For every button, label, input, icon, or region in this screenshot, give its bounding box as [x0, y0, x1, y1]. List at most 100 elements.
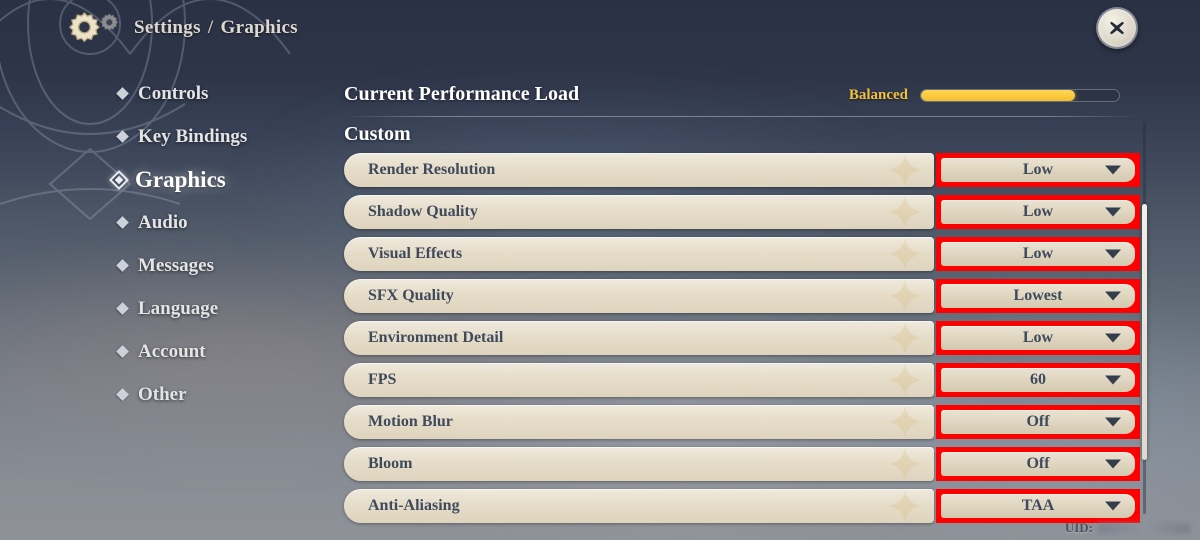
chevron-down-icon	[1105, 501, 1121, 511]
diamond-bullet-active-icon	[109, 169, 129, 190]
setting-row-pill: Bloom	[344, 447, 934, 481]
sidebar-item-label: Messages	[138, 254, 214, 276]
window-header: Settings / Graphics	[0, 0, 1200, 62]
setting-row: Bloom Off	[344, 447, 1140, 481]
setting-row: SFX Quality Lowest	[344, 279, 1140, 313]
setting-value: Low	[1022, 329, 1054, 346]
gear-icon	[68, 7, 120, 53]
chevron-down-icon	[1105, 249, 1121, 259]
setting-row: Shadow Quality Low	[344, 195, 1140, 229]
setting-row-pill: Anti-Aliasing	[344, 489, 934, 523]
section-divider	[344, 116, 1140, 117]
setting-row: Anti-Aliasing TAA	[344, 489, 1140, 523]
chevron-down-icon	[1105, 417, 1121, 427]
setting-row: Environment Detail Low	[344, 321, 1140, 355]
setting-value-highlight-box: Lowest	[936, 279, 1140, 313]
setting-value: Low	[1022, 245, 1054, 262]
scrollbar-thumb[interactable]	[1142, 204, 1147, 460]
sidebar-item-language[interactable]: Language	[0, 293, 330, 324]
setting-value-highlight-box: Off	[936, 405, 1140, 439]
diamond-bullet-icon	[116, 130, 129, 143]
section-title-custom: Custom	[344, 123, 411, 145]
setting-value: Low	[1022, 161, 1054, 178]
breadcrumb: Settings / Graphics	[134, 17, 298, 39]
setting-dropdown[interactable]: Low	[941, 200, 1135, 224]
setting-dropdown[interactable]: Off	[941, 410, 1135, 434]
sidebar-item-label: Audio	[138, 211, 188, 233]
uid-display: UID:	[1065, 520, 1190, 536]
close-icon	[1110, 21, 1124, 35]
sparkle-ornament-icon	[888, 363, 922, 397]
sidebar-item-other[interactable]: Other	[0, 379, 330, 410]
setting-label: SFX Quality	[368, 287, 454, 304]
setting-row: FPS 60	[344, 363, 1140, 397]
setting-label: Visual Effects	[368, 245, 463, 262]
sparkle-ornament-icon	[888, 153, 922, 187]
breadcrumb-root[interactable]: Settings	[134, 17, 201, 38]
setting-dropdown[interactable]: Off	[941, 452, 1135, 476]
settings-scrollbar[interactable]	[1142, 122, 1147, 514]
setting-value: TAA	[1021, 497, 1055, 514]
performance-status-badge: Balanced	[848, 87, 908, 103]
sidebar-item-account[interactable]: Account	[0, 336, 330, 367]
chevron-down-icon	[1105, 207, 1121, 217]
chevron-down-icon	[1105, 291, 1121, 301]
chevron-down-icon	[1105, 165, 1121, 175]
breadcrumb-separator: /	[207, 17, 214, 38]
sidebar-item-controls[interactable]: Controls	[0, 78, 330, 109]
uid-label: UID:	[1064, 520, 1093, 535]
setting-row-pill: Motion Blur	[344, 405, 934, 439]
sidebar-item-label: Account	[138, 340, 206, 362]
setting-value: Off	[1026, 455, 1050, 472]
sidebar-item-label: Controls	[138, 82, 209, 104]
sidebar-item-label: Other	[138, 383, 187, 405]
setting-value: Low	[1022, 203, 1054, 220]
diamond-bullet-icon	[116, 87, 129, 100]
setting-dropdown[interactable]: Lowest	[941, 284, 1135, 308]
close-button[interactable]	[1096, 7, 1138, 49]
setting-value-highlight-box: TAA	[936, 489, 1140, 523]
sidebar-item-label: Language	[138, 297, 219, 319]
setting-value-highlight-box: Off	[936, 447, 1140, 481]
sparkle-ornament-icon	[888, 489, 922, 523]
diamond-bullet-icon	[116, 216, 129, 229]
settings-sidebar: Controls Key Bindings Graphics Audio Mes…	[0, 78, 330, 422]
setting-value-highlight-box: Low	[936, 195, 1140, 229]
setting-row-pill: Shadow Quality	[344, 195, 934, 229]
sidebar-item-messages[interactable]: Messages	[0, 250, 330, 281]
setting-row-pill: SFX Quality	[344, 279, 934, 313]
setting-value-highlight-box: Low	[936, 321, 1140, 355]
setting-dropdown[interactable]: Low	[941, 326, 1135, 350]
setting-value-highlight-box: Low	[936, 237, 1140, 271]
chevron-down-icon	[1105, 459, 1121, 469]
performance-load-title: Current Performance Load	[344, 83, 580, 105]
settings-list: Render Resolution Low Shadow Quality Low Vis…	[344, 153, 1140, 523]
setting-value-highlight-box: Low	[936, 153, 1140, 187]
sidebar-item-key-bindings[interactable]: Key Bindings	[0, 121, 330, 152]
setting-dropdown[interactable]: Low	[941, 158, 1135, 182]
setting-dropdown[interactable]: Low	[941, 242, 1135, 266]
setting-dropdown[interactable]: TAA	[941, 494, 1135, 518]
sidebar-item-graphics[interactable]: Graphics	[0, 164, 330, 195]
setting-value: Off	[1026, 413, 1050, 430]
sparkle-ornament-icon	[888, 237, 922, 271]
setting-dropdown[interactable]: 60	[941, 368, 1135, 392]
sidebar-item-label: Key Bindings	[138, 125, 248, 147]
setting-label: Render Resolution	[368, 161, 496, 178]
chevron-down-icon	[1105, 375, 1121, 385]
sparkle-ornament-icon	[888, 405, 922, 439]
setting-label: Anti-Aliasing	[368, 497, 460, 514]
performance-progress-fill	[921, 90, 1076, 101]
sparkle-ornament-icon	[888, 447, 922, 481]
breadcrumb-current: Graphics	[220, 17, 298, 38]
performance-load-row: Current Performance Load Balanced	[344, 82, 1140, 115]
setting-row-pill: FPS	[344, 363, 934, 397]
sidebar-item-audio[interactable]: Audio	[0, 207, 330, 238]
diamond-bullet-icon	[116, 259, 129, 272]
setting-value: Lowest	[1013, 287, 1063, 304]
setting-label: Shadow Quality	[368, 203, 478, 220]
setting-row-pill: Environment Detail	[344, 321, 934, 355]
setting-row: Render Resolution Low	[344, 153, 1140, 187]
sparkle-ornament-icon	[888, 279, 922, 313]
diamond-bullet-icon	[116, 345, 129, 358]
